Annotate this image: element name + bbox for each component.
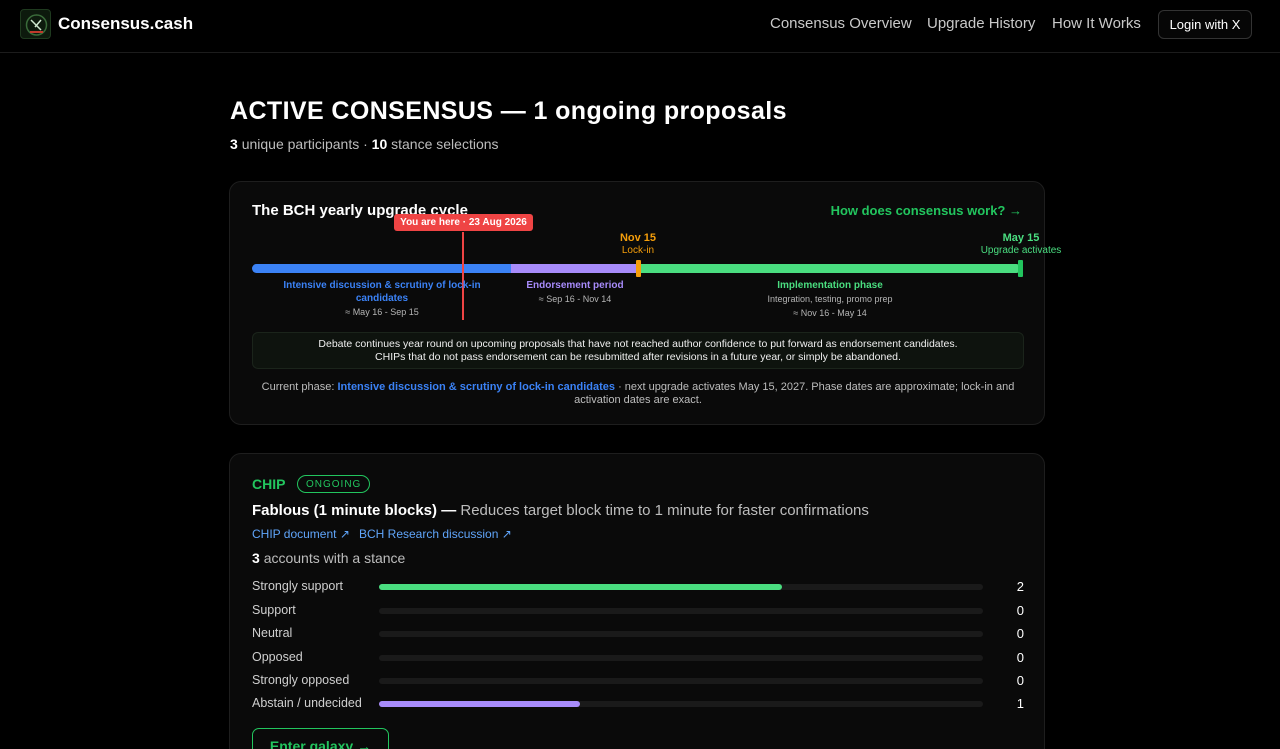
- participants-label: unique participants ·: [241, 136, 368, 152]
- phase-discussion-dates: ≈ May 16 - Sep 15: [345, 307, 419, 317]
- stance-bar-fill: [379, 584, 782, 590]
- phase-endorsement-dates: ≈ Sep 16 - Nov 14: [538, 294, 612, 304]
- proposal-description: Reduces target block time to 1 minute fo…: [460, 502, 869, 519]
- bch-research-link[interactable]: BCH Research discussion ↗: [359, 527, 512, 541]
- stance-label: Strongly support: [252, 579, 344, 593]
- stance-row: Support 0: [252, 603, 1024, 619]
- nav-consensus-overview[interactable]: Consensus Overview: [770, 15, 912, 32]
- stance-row: Strongly opposed 0: [252, 673, 1024, 689]
- chip-document-link[interactable]: CHIP document ↗: [252, 527, 350, 541]
- activation-label: Upgrade activates: [980, 245, 1062, 256]
- how-consensus-works-link[interactable]: How does consensus work? →: [831, 203, 1022, 218]
- accounts-summary: 3 accounts with a stance: [252, 550, 405, 566]
- participation-stats: 3 unique participants · 10 stance select…: [230, 136, 499, 152]
- stance-row: Neutral 0: [252, 626, 1024, 642]
- stance-count: 0: [1016, 603, 1024, 618]
- stance-label: Support: [252, 603, 296, 617]
- logo-icon[interactable]: [20, 9, 51, 39]
- lockin-marker: [636, 260, 641, 277]
- info-line-1: Debate continues year round on upcoming …: [318, 338, 958, 350]
- stance-count: 0: [1016, 673, 1024, 688]
- phase-implementation-name: Implementation phase: [777, 280, 883, 291]
- brand-name[interactable]: Consensus.cash: [58, 14, 193, 34]
- stance-label: Abstain / undecided: [252, 696, 362, 710]
- enter-galaxy-button[interactable]: Enter galaxy →: [252, 728, 389, 749]
- nav-how-it-works[interactable]: How It Works: [1052, 15, 1141, 32]
- stance-label: Strongly opposed: [252, 673, 350, 687]
- stance-count: 2: [1016, 579, 1024, 594]
- stance-count: 0: [1016, 626, 1024, 641]
- timeline-discussion-segment: [252, 264, 512, 273]
- lockin-label: Lock-in: [621, 245, 655, 256]
- timeline-implementation-segment: [639, 264, 1021, 273]
- stance-bar-track: [379, 655, 983, 661]
- accounts-label: accounts with a stance: [263, 550, 406, 566]
- phase-endorsement-name: Endorsement period: [526, 280, 624, 291]
- current-phase-text: Current phase: Intensive discussion & sc…: [252, 381, 1024, 407]
- stance-bar-fill: [379, 701, 581, 707]
- current-phase-prefix: Current phase:: [261, 381, 335, 393]
- stance-row: Opposed 0: [252, 650, 1024, 666]
- nav-upgrade-history[interactable]: Upgrade History: [927, 15, 1035, 32]
- stance-bar-track: [379, 608, 983, 614]
- info-line-2: CHIPs that do not pass endorsement can b…: [375, 351, 901, 363]
- timeline-endorsement-segment: [511, 264, 639, 273]
- proposal-card: CHIP ONGOING Fablous (1 minute blocks) —…: [229, 453, 1045, 749]
- accounts-count: 3: [252, 550, 260, 566]
- stance-count: 1: [1016, 696, 1024, 711]
- participants-count: 3: [230, 136, 238, 152]
- stance-label: stance selections: [391, 136, 499, 152]
- phase-discussion-name: Intensive discussion & scrutiny of lock-…: [283, 280, 481, 304]
- stance-row: Strongly support 2: [252, 579, 1024, 595]
- stance-row: Abstain / undecided 1: [252, 696, 1024, 712]
- phase-implementation-dates: ≈ Nov 16 - May 14: [793, 308, 867, 318]
- current-phase-name: Intensive discussion & scrutiny of lock-…: [337, 381, 616, 393]
- current-phase-suffix: · next upgrade activates May 15, 2027. P…: [574, 381, 1015, 406]
- lockin-date: Nov 15: [619, 232, 657, 244]
- proposal-title: Fablous (1 minute blocks) — Reduces targ…: [252, 502, 869, 519]
- stance-label: Neutral: [252, 626, 293, 640]
- upgrade-cycle-card: The BCH yearly upgrade cycle How does co…: [229, 181, 1061, 425]
- proposal-type: CHIP: [252, 476, 286, 492]
- cycle-info-box: Debate continues year round on upcoming …: [252, 332, 1024, 369]
- phase-implementation-desc: Integration, testing, promo prep: [767, 294, 893, 304]
- stance-count: 0: [1016, 650, 1024, 665]
- page-title: ACTIVE CONSENSUS — 1 ongoing proposals: [230, 97, 787, 125]
- activation-date: May 15: [1002, 232, 1040, 244]
- top-nav-bar: Consensus.cash Consensus Overview Upgrad…: [0, 0, 1280, 53]
- stance-label: Opposed: [252, 650, 303, 664]
- stance-bar-track: [379, 631, 983, 637]
- activation-marker: [1018, 260, 1023, 277]
- you-are-here-badge: You are here · 23 Aug 2026: [394, 214, 533, 231]
- stance-bar-track: [379, 584, 983, 590]
- stance-bar-track: [379, 678, 983, 684]
- status-badge: ONGOING: [297, 475, 371, 493]
- stance-bar-track: [379, 701, 983, 707]
- login-button[interactable]: Login with X: [1158, 10, 1252, 39]
- stance-count: 10: [371, 136, 388, 152]
- proposal-name: Fablous (1 minute blocks) —: [252, 502, 457, 519]
